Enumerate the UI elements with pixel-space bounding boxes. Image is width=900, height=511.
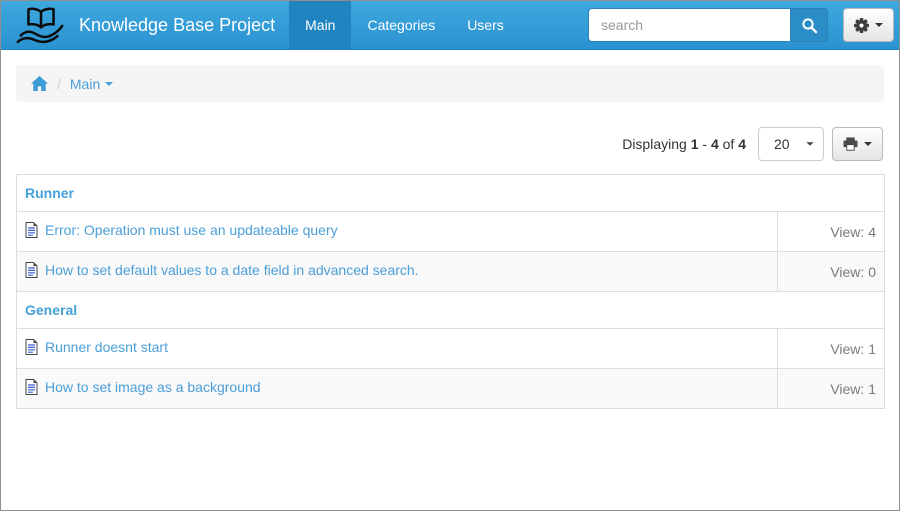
document-icon <box>25 262 38 283</box>
magnifier-icon <box>801 17 818 34</box>
nav-item-categories[interactable]: Categories <box>351 1 451 49</box>
page: { "header": { "brand": "Knowledge Base P… <box>0 0 900 511</box>
breadcrumb-current-dropdown[interactable]: Main <box>69 75 114 92</box>
page-size-select[interactable]: 20 <box>758 127 824 161</box>
views-count: View: 0 <box>777 251 885 292</box>
article-row: Error: Operation must use an updateable … <box>16 211 885 252</box>
article-link[interactable]: Error: Operation must use an updateable … <box>45 222 338 238</box>
document-icon <box>25 222 38 243</box>
category-link[interactable]: Runner <box>25 185 74 201</box>
navbar: Knowledge Base Project Main Categories U… <box>1 1 899 50</box>
breadcrumb-home-link[interactable] <box>31 76 48 91</box>
category-row: General <box>16 291 885 329</box>
printer-icon <box>843 137 858 151</box>
kb-table-body: Runner Error: Operation must use an upda… <box>16 174 885 409</box>
views-count: View: 4 <box>777 211 885 252</box>
home-icon <box>31 76 48 91</box>
print-dropdown-button[interactable] <box>832 127 883 161</box>
app-title: Knowledge Base Project <box>79 14 276 35</box>
settings-dropdown-button[interactable] <box>843 8 894 42</box>
views-count: View: 1 <box>777 368 885 409</box>
brand-link[interactable]: Knowledge Base Project <box>1 1 289 49</box>
document-icon <box>25 379 38 400</box>
article-link[interactable]: How to set default values to a date fiel… <box>45 262 419 278</box>
main-nav: Main Categories Users <box>289 1 520 49</box>
displaying-status: Displaying 1 - 4 of 4 <box>622 136 746 152</box>
caret-down-icon <box>864 142 872 146</box>
caret-down-icon <box>875 23 883 27</box>
breadcrumb-current-label: Main <box>69 75 101 92</box>
book-in-hand-logo-icon <box>13 4 69 46</box>
list-toolbar: Displaying 1 - 4 of 4 20 <box>16 127 883 161</box>
search-form <box>588 8 828 42</box>
search-button[interactable] <box>790 8 828 42</box>
article-row: How to set default values to a date fiel… <box>16 251 885 292</box>
nav-item-main[interactable]: Main <box>289 1 352 49</box>
article-row: How to set image as a background View: 1 <box>16 368 885 409</box>
nav-item-users[interactable]: Users <box>451 1 520 49</box>
caret-down-icon <box>105 81 114 86</box>
document-icon <box>25 339 38 360</box>
search-input[interactable] <box>588 8 790 42</box>
articles-table: Runner Error: Operation must use an upda… <box>16 174 885 409</box>
views-count: View: 1 <box>777 328 885 369</box>
gear-icon <box>854 17 869 33</box>
article-link[interactable]: Runner doesnt start <box>45 339 168 355</box>
select-caret-icon <box>806 142 814 146</box>
breadcrumb-separator: / <box>57 75 61 92</box>
category-row: Runner <box>16 174 885 212</box>
category-link[interactable]: General <box>25 302 77 318</box>
page-size-value: 20 <box>774 136 790 152</box>
breadcrumb: / Main <box>16 65 884 102</box>
article-link[interactable]: How to set image as a background <box>45 379 261 395</box>
article-row: Runner doesnt start View: 1 <box>16 328 885 369</box>
